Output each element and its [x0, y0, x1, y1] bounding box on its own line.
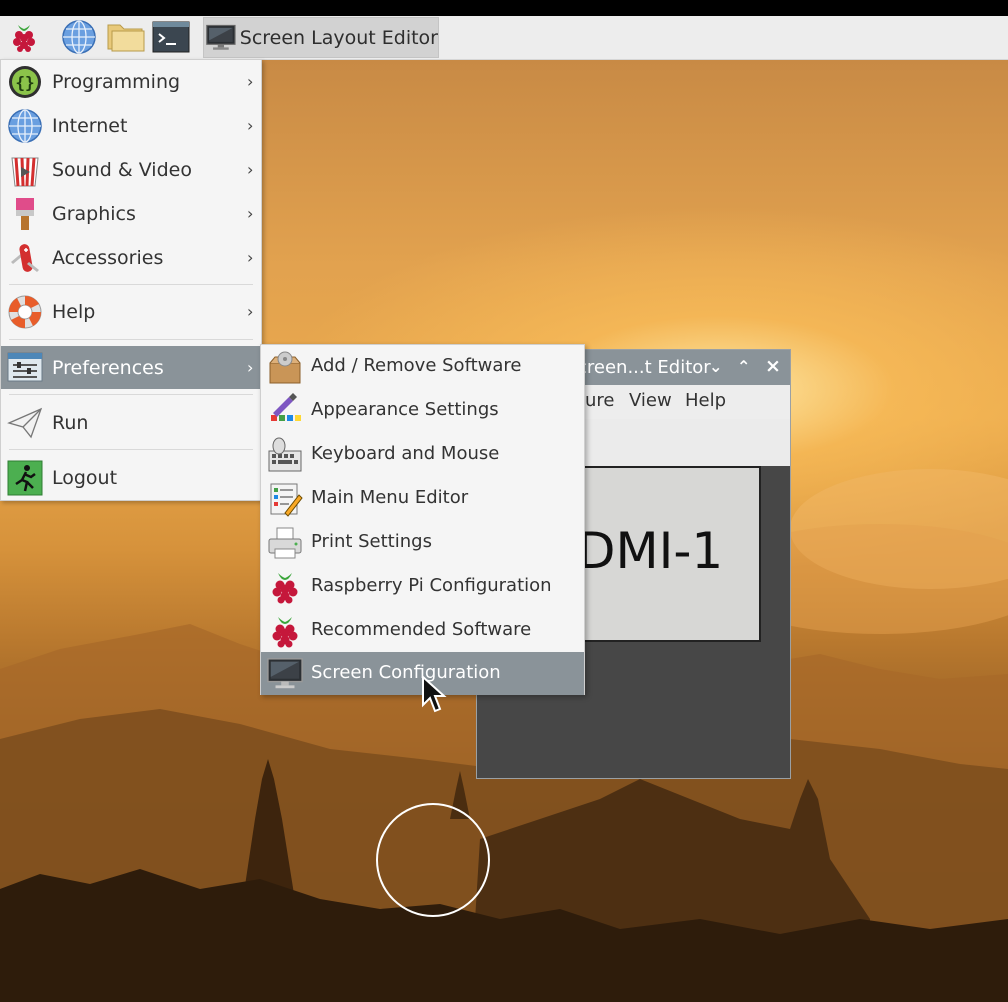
preferences-submenu: Add / Remove Software Appearance Setting…	[260, 344, 585, 695]
menu-item-label: Programming	[52, 70, 181, 93]
popcorn-icon	[7, 152, 43, 188]
menu-item-graphics[interactable]: Graphics ›	[1, 192, 261, 235]
file-manager-button[interactable]	[105, 19, 147, 55]
submenu-arrow-icon: ›	[247, 116, 254, 135]
swiss-knife-icon	[7, 240, 43, 276]
menu-help[interactable]: Help	[685, 390, 726, 411]
raspberry-icon	[13, 25, 35, 52]
keyboard-mouse-icon	[267, 437, 303, 473]
menu-item-label: Internet	[52, 114, 128, 137]
menu-item-logout[interactable]: Logout	[1, 456, 261, 499]
submenu-arrow-icon: ›	[247, 358, 254, 377]
monitor-label: DMI-1	[577, 522, 724, 580]
submenu-item-label: Print Settings	[311, 531, 432, 552]
submenu-item-label: Keyboard and Mouse	[311, 443, 500, 464]
globe-icon	[7, 108, 43, 144]
raspberry-icon	[267, 569, 303, 605]
touch-indicator-ring	[376, 803, 490, 917]
submenu-arrow-icon: ›	[247, 302, 254, 321]
close-button[interactable]: ×	[765, 355, 781, 377]
globe-icon	[62, 20, 96, 54]
raspberry-menu-button[interactable]	[6, 19, 42, 55]
menu-item-label: Sound & Video	[52, 158, 192, 181]
submenu-item-print-settings[interactable]: Print Settings	[261, 521, 584, 564]
menu-view[interactable]: View	[629, 390, 672, 411]
paper-plane-icon	[7, 405, 43, 441]
submenu-arrow-icon: ›	[247, 160, 254, 179]
submenu-item-label: Recommended Software	[311, 619, 532, 640]
submenu-item-label: Raspberry Pi Configuration	[311, 575, 552, 596]
menu-item-sound-video[interactable]: Sound & Video ›	[1, 148, 261, 191]
minimize-button[interactable]: ⌄	[709, 357, 722, 376]
menu-item-label: Graphics	[52, 202, 136, 225]
printer-icon	[267, 525, 303, 561]
menu-item-label: Run	[52, 411, 89, 434]
submenu-item-label: Main Menu Editor	[311, 487, 469, 508]
menu-separator	[9, 284, 253, 285]
svg-text:{}: {}	[15, 73, 34, 92]
menu-item-label: Help	[52, 300, 96, 323]
submenu-item-raspberry-pi-configuration[interactable]: Raspberry Pi Configuration	[261, 565, 584, 608]
raspberry-icon	[267, 613, 303, 649]
submenu-item-label: Appearance Settings	[311, 399, 499, 420]
taskbar-window-button[interactable]: Screen Layout Editor	[203, 17, 439, 58]
monitor-icon	[267, 656, 303, 692]
taskbar-window-label: Screen Layout Editor	[239, 26, 438, 49]
menu-editor-icon	[267, 481, 303, 517]
monitor-icon	[206, 24, 236, 50]
palette-icon	[267, 393, 303, 429]
submenu-item-keyboard-mouse[interactable]: Keyboard and Mouse	[261, 433, 584, 476]
preferences-icon	[7, 350, 43, 386]
menu-item-accessories[interactable]: Accessories ›	[1, 236, 261, 279]
submenu-item-recommended-software[interactable]: Recommended Software	[261, 609, 584, 652]
web-browser-button[interactable]	[60, 19, 98, 55]
menu-item-run[interactable]: Run	[1, 401, 261, 444]
paintbrush-icon	[7, 196, 43, 232]
submenu-arrow-icon: ›	[247, 204, 254, 223]
top-black-strip	[0, 0, 1008, 16]
terminal-icon	[152, 21, 190, 53]
submenu-item-appearance-settings[interactable]: Appearance Settings	[261, 389, 584, 432]
braces-icon: {}	[7, 64, 43, 100]
menu-item-programming[interactable]: {} Programming ›	[1, 60, 261, 103]
folder-icon	[107, 24, 145, 52]
menu-item-label: Logout	[52, 466, 118, 489]
menu-item-help[interactable]: Help ›	[1, 290, 261, 333]
submenu-item-label: Screen Configuration	[311, 662, 501, 683]
submenu-item-main-menu-editor[interactable]: Main Menu Editor	[261, 477, 584, 520]
main-menu: {} Programming › Internet › Sound & Vide…	[0, 59, 262, 501]
menu-item-label: Accessories	[52, 246, 164, 269]
package-icon	[267, 349, 303, 385]
taskbar: Screen Layout Editor	[0, 16, 1008, 60]
exit-icon	[7, 460, 43, 496]
menu-item-label: Preferences	[52, 356, 164, 379]
submenu-arrow-icon: ›	[247, 248, 254, 267]
window-title: creen...t Editor	[577, 357, 711, 378]
lifebuoy-icon	[7, 294, 43, 330]
menu-separator	[9, 339, 253, 340]
menu-configure[interactable]: ure	[585, 390, 615, 411]
menu-separator	[9, 449, 253, 450]
menu-item-internet[interactable]: Internet ›	[1, 104, 261, 147]
mouse-cursor-icon	[422, 675, 447, 713]
submenu-item-add-remove-software[interactable]: Add / Remove Software	[261, 345, 584, 388]
menu-separator	[9, 394, 253, 395]
terminal-button[interactable]	[151, 19, 191, 55]
submenu-item-label: Add / Remove Software	[311, 355, 522, 376]
menu-item-preferences[interactable]: Preferences ›	[1, 346, 261, 389]
submenu-arrow-icon: ›	[247, 72, 254, 91]
maximize-button[interactable]: ⌃	[737, 357, 750, 376]
